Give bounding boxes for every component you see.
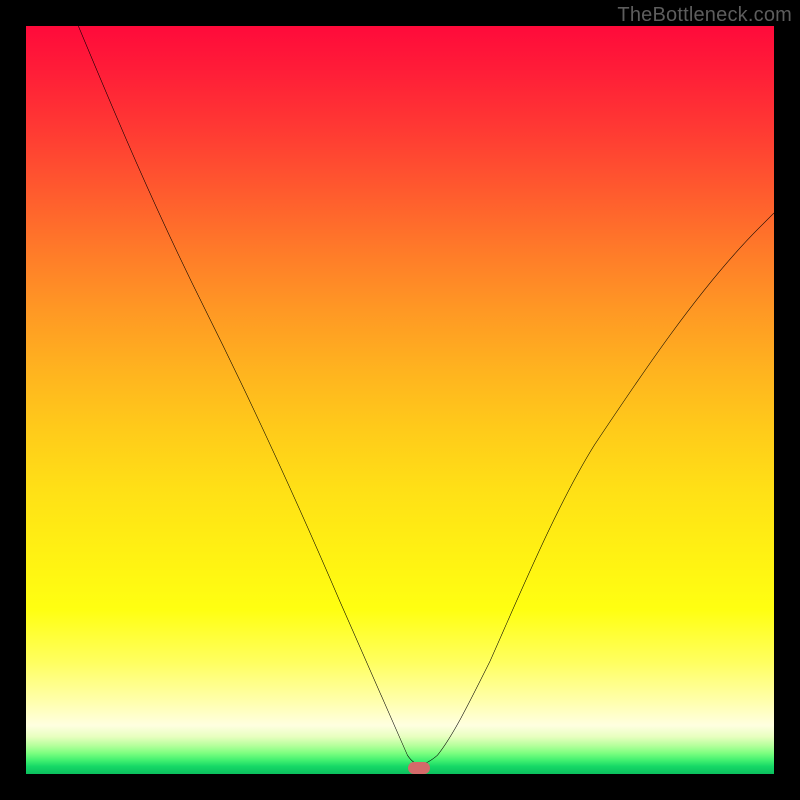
plot-area	[26, 26, 774, 774]
bottleneck-curve	[78, 26, 774, 764]
bottleneck-marker	[408, 762, 430, 774]
watermark-text: TheBottleneck.com	[617, 4, 792, 27]
chart-frame: TheBottleneck.com	[0, 0, 800, 800]
curve-svg	[26, 26, 774, 774]
